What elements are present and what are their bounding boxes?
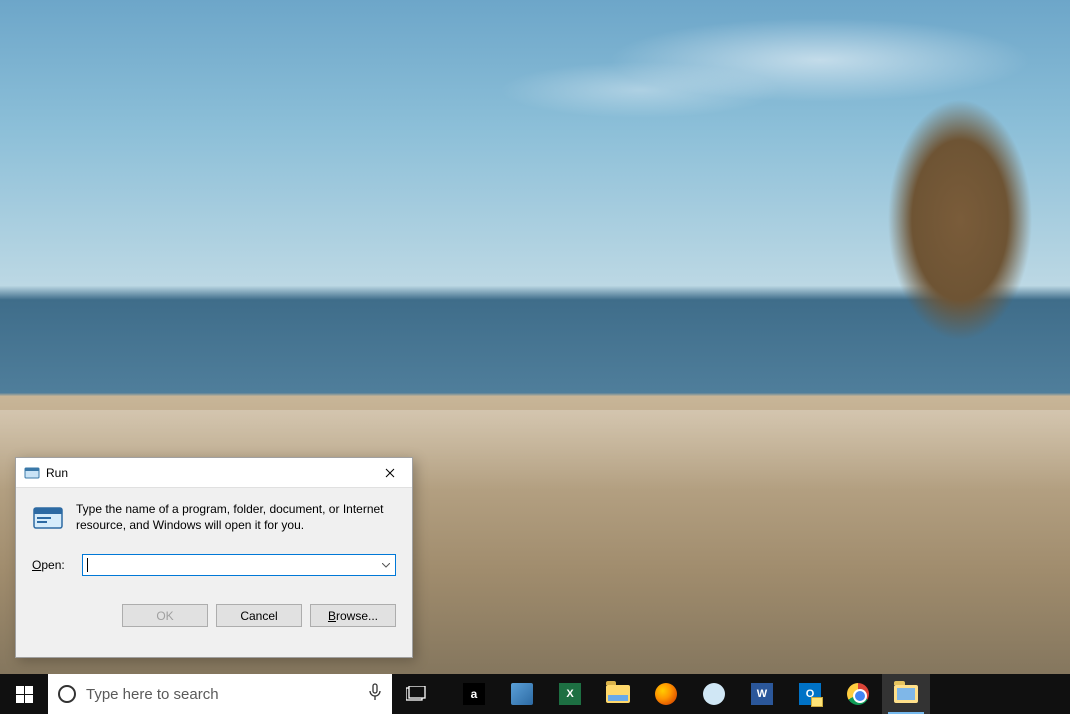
sticky-notes-icon [511,683,533,705]
taskbar-app-excel[interactable]: X [546,674,594,714]
firefox-icon [655,683,677,705]
windows-icon [16,686,33,703]
cancel-button[interactable]: Cancel [216,604,302,627]
run-titlebar[interactable]: Run [16,458,412,488]
taskbar-app-outlook[interactable]: O [786,674,834,714]
task-view-button[interactable] [392,674,440,714]
run-dialog: Run Type the name of a program, folder, … [15,457,413,658]
taskbar: Type here to search a X W O [0,674,1070,714]
file-explorer-icon [894,685,918,703]
chrome-icon [847,683,869,705]
search-placeholder: Type here to search [86,686,358,703]
excel-icon: X [559,683,581,705]
task-view-icon [406,686,426,702]
search-box[interactable]: Type here to search [48,674,392,714]
skype-icon [703,683,725,705]
run-icon [24,465,40,481]
taskbar-app-chrome[interactable] [834,674,882,714]
start-button[interactable] [0,674,48,714]
close-button[interactable] [367,458,412,487]
cortana-icon [58,685,76,703]
file-explorer-icon [606,685,630,703]
combobox-dropdown-button[interactable] [377,555,395,575]
amazon-icon: a [463,683,485,705]
taskbar-app-word[interactable]: W [738,674,786,714]
taskbar-app-file-explorer[interactable] [594,674,642,714]
open-label: Open: [32,558,82,572]
text-caret [87,558,88,572]
taskbar-app-firefox[interactable] [642,674,690,714]
ok-button[interactable]: OK [122,604,208,627]
run-title: Run [46,466,367,480]
open-combobox[interactable] [82,554,396,576]
browse-button[interactable]: Browse... [310,604,396,627]
microphone-icon[interactable] [368,683,382,705]
run-description: Type the name of a program, folder, docu… [76,502,396,533]
open-input[interactable] [83,555,377,575]
outlook-icon: O [799,683,821,705]
taskbar-app-file-explorer-active[interactable] [882,674,930,714]
taskbar-app-sticky-notes[interactable] [498,674,546,714]
taskbar-app-skype[interactable] [690,674,738,714]
taskbar-app-amazon[interactable]: a [450,674,498,714]
run-program-icon [32,502,64,534]
word-icon: W [751,683,773,705]
